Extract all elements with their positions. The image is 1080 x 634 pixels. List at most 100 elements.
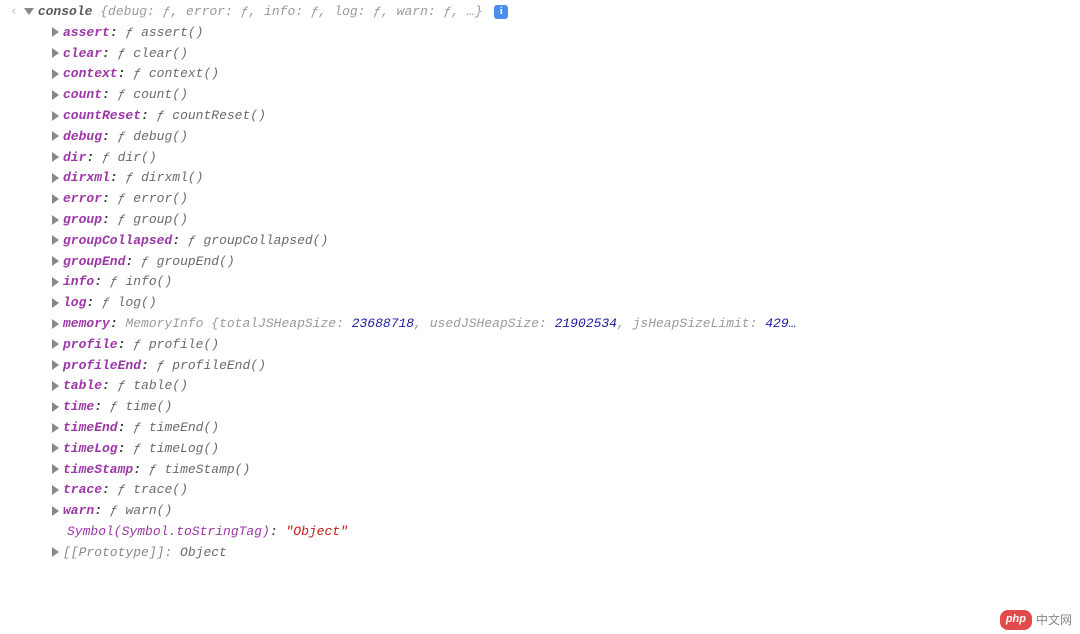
prop-groupCollapsed[interactable]: groupCollapsed: ƒ groupCollapsed() [0, 231, 1080, 252]
prop-log[interactable]: log: ƒ log() [0, 293, 1080, 314]
back-icon[interactable]: ‹ [0, 2, 24, 23]
prop-key: log [63, 295, 86, 310]
memory-total-value: 23688718 [352, 316, 414, 331]
prop-key: warn [63, 503, 94, 518]
prop-profile[interactable]: profile: ƒ profile() [0, 335, 1080, 356]
chevron-right-icon[interactable] [52, 152, 59, 162]
chevron-right-icon[interactable] [52, 360, 59, 370]
prop-clear[interactable]: clear: ƒ clear() [0, 44, 1080, 65]
info-icon[interactable]: i [494, 5, 508, 19]
prop-key: dirxml [63, 170, 110, 185]
function-name: debug() [133, 129, 188, 144]
chevron-right-icon[interactable] [52, 69, 59, 79]
prop-key: timeLog [63, 441, 118, 456]
chevron-right-icon[interactable] [52, 464, 59, 474]
prop-error[interactable]: error: ƒ error() [0, 189, 1080, 210]
chevron-right-icon[interactable] [52, 235, 59, 245]
function-icon: ƒ [125, 25, 133, 40]
memory-total-label: totalJSHeapSize [219, 316, 336, 331]
prototype-key: [[Prototype]] [63, 545, 164, 560]
chevron-right-icon[interactable] [52, 194, 59, 204]
prop-trace[interactable]: trace: ƒ trace() [0, 480, 1080, 501]
prop-count[interactable]: count: ƒ count() [0, 85, 1080, 106]
chevron-right-icon[interactable] [52, 90, 59, 100]
prop-timeLog[interactable]: timeLog: ƒ timeLog() [0, 439, 1080, 460]
function-name: table() [133, 378, 188, 393]
prop-warn[interactable]: warn: ƒ warn() [0, 501, 1080, 522]
chevron-right-icon[interactable] [52, 277, 59, 287]
chevron-right-icon[interactable] [52, 506, 59, 516]
chevron-right-icon[interactable] [52, 381, 59, 391]
prop-prototype[interactable]: [[Prototype]]: Object [0, 543, 1080, 564]
chevron-right-icon[interactable] [52, 256, 59, 266]
prop-dirxml[interactable]: dirxml: ƒ dirxml() [0, 168, 1080, 189]
prop-key: debug [63, 129, 102, 144]
function-name: timeEnd() [149, 420, 219, 435]
watermark: php 中文网 [1000, 610, 1072, 630]
prop-group[interactable]: group: ƒ group() [0, 210, 1080, 231]
prop-key: time [63, 399, 94, 414]
chevron-right-icon[interactable] [52, 547, 59, 557]
chevron-right-icon[interactable] [52, 131, 59, 141]
function-icon: ƒ [133, 337, 141, 352]
function-name: dirxml() [141, 170, 203, 185]
console-root-row[interactable]: ‹console {debug: ƒ, error: ƒ, info: ƒ, l… [0, 2, 1080, 23]
chevron-right-icon[interactable] [52, 485, 59, 495]
prop-key: profileEnd [63, 358, 141, 373]
prop-memory[interactable]: memory: MemoryInfo {totalJSHeapSize: 236… [0, 314, 1080, 335]
prop-key: timeEnd [63, 420, 118, 435]
function-icon: ƒ [133, 441, 141, 456]
chevron-right-icon[interactable] [52, 215, 59, 225]
function-name: trace() [133, 482, 188, 497]
chevron-right-icon[interactable] [52, 339, 59, 349]
prop-debug[interactable]: debug: ƒ debug() [0, 127, 1080, 148]
function-icon: ƒ [102, 150, 110, 165]
prop-table[interactable]: table: ƒ table() [0, 376, 1080, 397]
prop-time[interactable]: time: ƒ time() [0, 397, 1080, 418]
prop-timeEnd[interactable]: timeEnd: ƒ timeEnd() [0, 418, 1080, 439]
prop-assert[interactable]: assert: ƒ assert() [0, 23, 1080, 44]
memory-type: MemoryInfo [125, 316, 203, 331]
memory-limit-label: jsHeapSizeLimit [633, 316, 750, 331]
chevron-right-icon[interactable] [52, 423, 59, 433]
memory-used-value: 21902534 [555, 316, 617, 331]
prop-profileEnd[interactable]: profileEnd: ƒ profileEnd() [0, 356, 1080, 377]
chevron-right-icon[interactable] [52, 298, 59, 308]
function-icon: ƒ [110, 503, 118, 518]
chevron-right-icon[interactable] [52, 319, 59, 329]
function-icon: ƒ [149, 462, 157, 477]
chevron-right-icon[interactable] [52, 27, 59, 37]
prop-key: info [63, 274, 94, 289]
prop-dir[interactable]: dir: ƒ dir() [0, 148, 1080, 169]
chevron-right-icon[interactable] [52, 402, 59, 412]
memory-used-label: usedJSHeapSize [430, 316, 539, 331]
prop-key: countReset [63, 108, 141, 123]
prop-key: profile [63, 337, 118, 352]
function-name: count() [133, 87, 188, 102]
prop-context[interactable]: context: ƒ context() [0, 64, 1080, 85]
chevron-right-icon[interactable] [52, 173, 59, 183]
prop-timeStamp[interactable]: timeStamp: ƒ timeStamp() [0, 460, 1080, 481]
expand-caret[interactable] [24, 8, 34, 15]
prop-key: clear [63, 46, 102, 61]
function-name: group() [133, 212, 188, 227]
function-name: time() [125, 399, 172, 414]
chevron-right-icon[interactable] [52, 48, 59, 58]
prop-info[interactable]: info: ƒ info() [0, 272, 1080, 293]
watermark-logo: php [1000, 610, 1032, 630]
prop-countReset[interactable]: countReset: ƒ countReset() [0, 106, 1080, 127]
function-icon: ƒ [125, 170, 133, 185]
function-icon: ƒ [102, 295, 110, 310]
function-icon: ƒ [118, 482, 126, 497]
function-icon: ƒ [157, 358, 165, 373]
function-name: context() [149, 66, 219, 81]
function-name: groupEnd() [157, 254, 235, 269]
function-name: dir() [118, 150, 157, 165]
prop-key: timeStamp [63, 462, 133, 477]
function-icon: ƒ [157, 108, 165, 123]
object-name: console [38, 4, 93, 19]
prop-groupEnd[interactable]: groupEnd: ƒ groupEnd() [0, 252, 1080, 273]
function-name: timeStamp() [164, 462, 250, 477]
chevron-right-icon[interactable] [52, 443, 59, 453]
chevron-right-icon[interactable] [52, 111, 59, 121]
